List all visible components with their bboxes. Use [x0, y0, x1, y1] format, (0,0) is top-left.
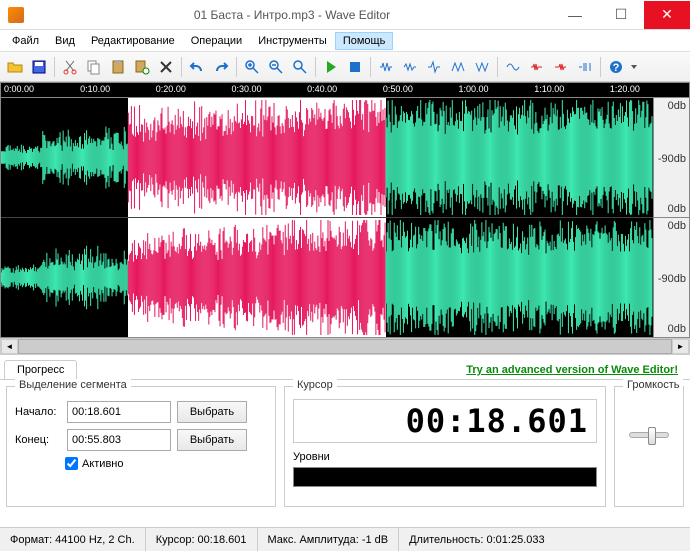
volume-panel: Громкость	[614, 386, 684, 507]
ruler-tick: 1:00.00	[459, 84, 489, 94]
zoom-out-icon[interactable]	[265, 56, 287, 78]
select-end-button[interactable]: Выбрать	[177, 429, 247, 451]
select-start-button[interactable]: Выбрать	[177, 401, 247, 423]
menu-view[interactable]: Вид	[47, 32, 83, 50]
effect2-icon[interactable]	[399, 56, 421, 78]
advanced-version-link[interactable]: Try an advanced version of Wave Editor!	[458, 361, 686, 379]
status-duration: Длительность: 0:01:25.033	[399, 528, 555, 551]
effect5-icon[interactable]	[471, 56, 493, 78]
close-button[interactable]: ✕	[644, 1, 690, 29]
ruler-tick: 1:20.00	[610, 84, 640, 94]
redo-icon[interactable]	[210, 56, 232, 78]
statusbar: Формат: 44100 Hz, 2 Ch. Курсор: 00:18.60…	[0, 527, 690, 551]
effect8-icon[interactable]	[550, 56, 572, 78]
db-label: -90db	[658, 153, 686, 165]
waveform-channel-left[interactable]	[1, 98, 653, 217]
volume-title: Громкость	[623, 379, 683, 391]
svg-text:?: ?	[613, 62, 620, 74]
tab-progress[interactable]: Прогресс	[4, 360, 77, 379]
menu-edit[interactable]: Редактирование	[83, 32, 183, 50]
ruler-tick: 0:40.00	[307, 84, 337, 94]
ruler-tick: 0:30.00	[231, 84, 261, 94]
maximize-button[interactable]: ☐	[598, 1, 644, 29]
stop-icon[interactable]	[344, 56, 366, 78]
status-format: Формат: 44100 Hz, 2 Ch.	[0, 528, 146, 551]
menubar: Файл Вид Редактирование Операции Инструм…	[0, 30, 690, 52]
undo-icon[interactable]	[186, 56, 208, 78]
levels-meter	[293, 467, 597, 487]
cursor-title: Курсор	[293, 379, 337, 391]
ruler-tick: 0:10.00	[80, 84, 110, 94]
horizontal-scrollbar[interactable]: ◄ ►	[0, 338, 690, 355]
start-label: Начало:	[15, 406, 61, 418]
ruler-tick: 0:00.00	[4, 84, 34, 94]
open-icon[interactable]	[4, 56, 26, 78]
time-ruler[interactable]: 0:00.00 0:10.00 0:20.00 0:30.00 0:40.00 …	[0, 82, 690, 98]
app-icon	[8, 7, 24, 23]
save-icon[interactable]	[28, 56, 50, 78]
menu-help[interactable]: Помощь	[335, 32, 394, 50]
delete-icon[interactable]	[155, 56, 177, 78]
zoom-fit-icon[interactable]	[289, 56, 311, 78]
help-dropdown-icon[interactable]	[629, 56, 639, 78]
effect4-icon[interactable]	[447, 56, 469, 78]
db-label: 0db	[668, 323, 686, 335]
help-icon[interactable]: ?	[605, 56, 627, 78]
waveform-left	[1, 98, 653, 217]
waveform-right	[1, 218, 653, 337]
status-amplitude: Макс. Амплитуда: -1 dB	[258, 528, 400, 551]
effect9-icon[interactable]	[574, 56, 596, 78]
effect6-icon[interactable]	[502, 56, 524, 78]
minimize-button[interactable]: —	[552, 1, 598, 29]
db-label: -90db	[658, 273, 686, 285]
ruler-tick: 1:10.00	[534, 84, 564, 94]
active-checkbox[interactable]	[65, 457, 78, 470]
zoom-in-icon[interactable]	[241, 56, 263, 78]
window-title: 01 Баста - Интро.mp3 - Wave Editor	[32, 8, 552, 22]
menu-file[interactable]: Файл	[4, 32, 47, 50]
menu-tools[interactable]: Инструменты	[250, 32, 335, 50]
scroll-left-button[interactable]: ◄	[1, 339, 18, 354]
menu-operations[interactable]: Операции	[183, 32, 250, 50]
volume-slider[interactable]	[623, 405, 675, 465]
scroll-right-button[interactable]: ►	[672, 339, 689, 354]
db-label: 0db	[668, 220, 686, 232]
db-label: 0db	[668, 203, 686, 215]
start-input[interactable]	[67, 401, 171, 423]
copy-icon[interactable]	[83, 56, 105, 78]
effect1-icon[interactable]	[375, 56, 397, 78]
cut-icon[interactable]	[59, 56, 81, 78]
active-label: Активно	[82, 458, 124, 470]
effect3-icon[interactable]	[423, 56, 445, 78]
end-label: Конец:	[15, 434, 61, 446]
end-input[interactable]	[67, 429, 171, 451]
paste-icon[interactable]	[107, 56, 129, 78]
ruler-tick: 0:50.00	[383, 84, 413, 94]
paste-new-icon[interactable]	[131, 56, 153, 78]
scroll-thumb[interactable]	[18, 339, 672, 354]
toolbar: ?	[0, 52, 690, 82]
waveform-area[interactable]: 0db -90db 0db 0db -90db 0db	[0, 98, 690, 338]
levels-title: Уровни	[293, 451, 597, 463]
segment-panel: Выделение сегмента Начало: Выбрать Конец…	[6, 386, 276, 507]
status-cursor: Курсор: 00:18.601	[146, 528, 258, 551]
segment-title: Выделение сегмента	[15, 379, 131, 391]
play-icon[interactable]	[320, 56, 342, 78]
db-label: 0db	[668, 100, 686, 112]
effect7-icon[interactable]	[526, 56, 548, 78]
waveform-channel-right[interactable]	[1, 217, 653, 337]
cursor-panel: Курсор 00:18.601 Уровни	[284, 386, 606, 507]
cursor-display: 00:18.601	[293, 399, 597, 443]
ruler-tick: 0:20.00	[156, 84, 186, 94]
